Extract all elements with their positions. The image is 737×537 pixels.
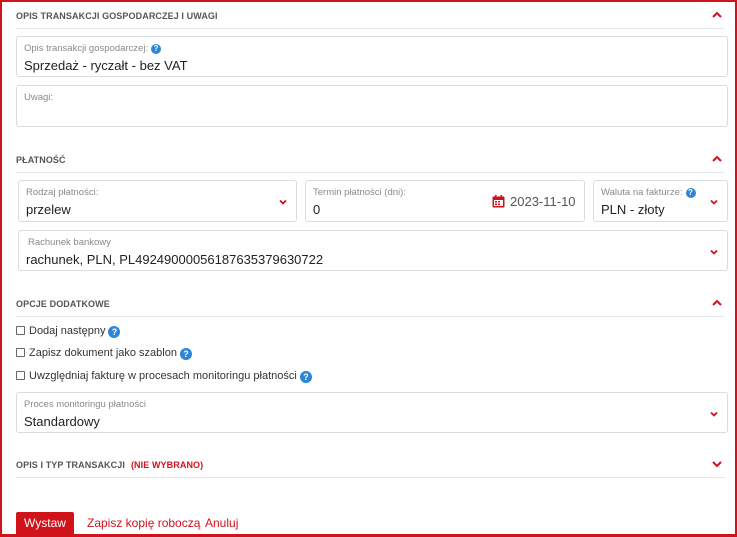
rodzaj-platnosci-select[interactable]: Rodzaj płatności: przelew xyxy=(18,180,297,222)
calendar-icon[interactable] xyxy=(492,195,505,208)
help-icon[interactable]: ? xyxy=(108,326,121,338)
chevron-down-icon xyxy=(279,199,287,205)
chevron-up-icon[interactable] xyxy=(711,9,723,21)
section-title-opis: OPIS TRANSAKCJI GOSPODARCZEJ I UWAGI xyxy=(16,11,218,21)
section-title-opcje: OPCJE DODATKOWE xyxy=(16,299,110,309)
proces-monitoringu-label: Proces monitoringu płatności xyxy=(24,399,146,410)
section-header-platnosc[interactable]: PŁATNOŚĆ xyxy=(16,151,725,173)
chevron-up-icon[interactable] xyxy=(711,297,723,309)
uwagi-label: Uwagi: xyxy=(24,92,54,103)
checkbox-dodaj-nastepny[interactable]: Dodaj następny? xyxy=(16,324,121,338)
checkbox[interactable] xyxy=(16,326,25,335)
waluta-select[interactable]: Waluta na fakturze:? PLN - złoty xyxy=(593,180,728,222)
help-icon[interactable]: ? xyxy=(151,44,162,54)
waluta-value: PLN - złoty xyxy=(601,202,665,217)
issue-button[interactable]: Wystaw xyxy=(16,512,74,535)
termin-platnosci-field[interactable]: Termin płatności (dni): 0 2023-11-10 xyxy=(305,180,585,222)
rachunek-value: rachunek, PLN, PL49249000056187635379630… xyxy=(26,252,324,267)
uwagi-field[interactable]: Uwagi: xyxy=(16,85,728,127)
chevron-down-icon xyxy=(710,411,718,417)
checkbox-zapisz-szablon[interactable]: Zapisz dokument jako szablon? xyxy=(16,346,192,360)
section-header-opis[interactable]: OPIS TRANSAKCJI GOSPODARCZEJ I UWAGI xyxy=(16,7,725,29)
section-header-opcje[interactable]: OPCJE DODATKOWE xyxy=(16,295,725,317)
chevron-down-icon xyxy=(710,249,718,255)
termin-platnosci-value: 0 xyxy=(313,202,321,217)
opis-transakcji-value: Sprzedaż - ryczałt - bez VAT xyxy=(24,58,188,73)
section-title-platnosc: PŁATNOŚĆ xyxy=(16,155,66,165)
opis-transakcji-label: Opis transakcji gospodarczej:? xyxy=(24,43,162,54)
checkbox-monitoring[interactable]: Uwzględniaj fakturę w procesach monitori… xyxy=(16,369,312,383)
opis-transakcji-field[interactable]: Opis transakcji gospodarczej:? Sprzedaż … xyxy=(16,36,728,77)
checkbox[interactable] xyxy=(16,348,25,357)
section-status: (NIE WYBRANO) xyxy=(130,460,204,470)
waluta-label: Waluta na fakturze:? xyxy=(601,187,696,198)
chevron-down-icon xyxy=(710,199,718,205)
rachunek-bankowy-select[interactable]: Rachunek bankowy rachunek, PLN, PL492490… xyxy=(18,230,728,271)
help-icon[interactable]: ? xyxy=(299,371,312,383)
help-icon[interactable]: ? xyxy=(179,348,192,360)
help-icon[interactable]: ? xyxy=(685,188,696,198)
due-date-value: 2023-11-10 xyxy=(510,194,576,209)
proces-monitoringu-value: Standardowy xyxy=(24,414,100,429)
cancel-button[interactable]: Anuluj xyxy=(205,512,238,535)
rachunek-label: Rachunek bankowy xyxy=(28,237,111,248)
chevron-up-icon[interactable] xyxy=(711,153,723,165)
chevron-down-icon[interactable] xyxy=(711,458,723,470)
proces-monitoringu-select[interactable]: Proces monitoringu płatności Standardowy xyxy=(16,392,728,433)
rodzaj-platnosci-label: Rodzaj płatności: xyxy=(26,187,99,198)
section-header-typ[interactable]: OPIS I TYP TRANSAKCJI (NIE WYBRANO) xyxy=(16,456,725,478)
section-title-typ: OPIS I TYP TRANSAKCJI (NIE WYBRANO) xyxy=(16,460,204,470)
rodzaj-platnosci-value: przelew xyxy=(26,202,71,217)
termin-platnosci-label: Termin płatności (dni): xyxy=(313,187,406,198)
save-draft-button[interactable]: Zapisz kopię roboczą xyxy=(87,512,200,535)
checkbox[interactable] xyxy=(16,371,25,380)
